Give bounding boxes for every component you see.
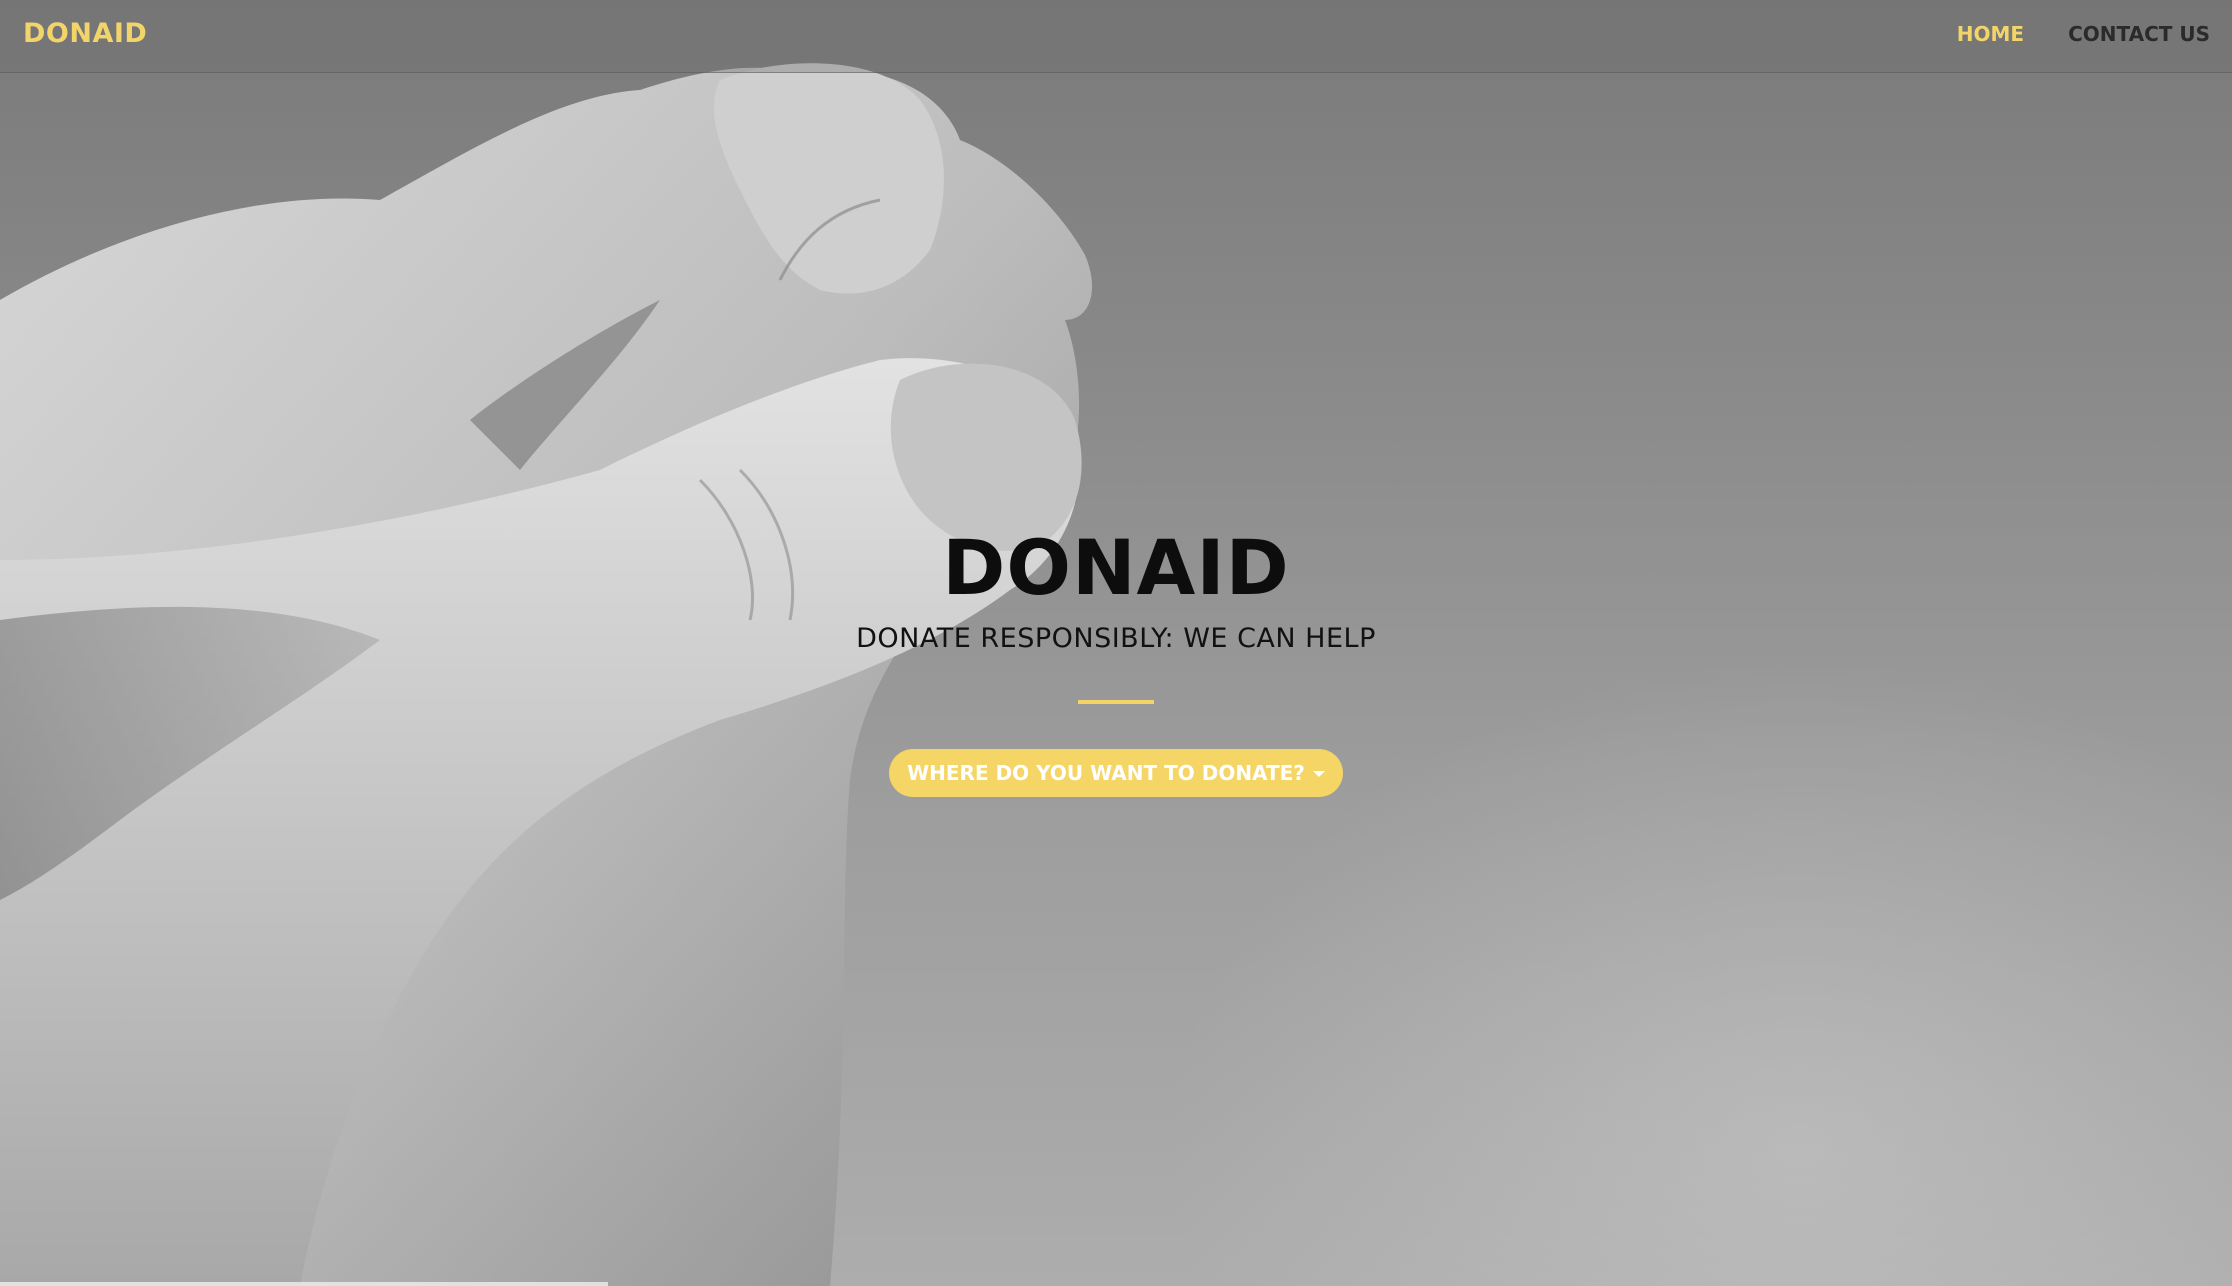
nav-item-home[interactable]: HOME <box>1957 22 2024 46</box>
nav-links: HOME CONTACT US <box>1957 22 2210 46</box>
horizontal-scrollbar[interactable] <box>0 1282 608 1286</box>
hero-divider <box>1078 700 1154 704</box>
top-navbar: DONAID HOME CONTACT US <box>0 0 2232 73</box>
hero-subtitle: DONATE RESPONSIBLY: WE CAN HELP <box>856 623 1376 654</box>
hero-section: DONAID DONATE RESPONSIBLY: WE CAN HELP W… <box>0 520 2232 797</box>
nav-item-contact-us[interactable]: CONTACT US <box>2068 22 2210 46</box>
donate-dropdown-label: WHERE DO YOU WANT TO DONATE? <box>907 761 1305 785</box>
donate-destination-dropdown-button[interactable]: WHERE DO YOU WANT TO DONATE? <box>889 749 1343 797</box>
brand-logo-link[interactable]: DONAID <box>23 18 147 49</box>
hero-title: DONAID <box>942 523 1290 612</box>
caret-down-icon <box>1312 771 1325 777</box>
